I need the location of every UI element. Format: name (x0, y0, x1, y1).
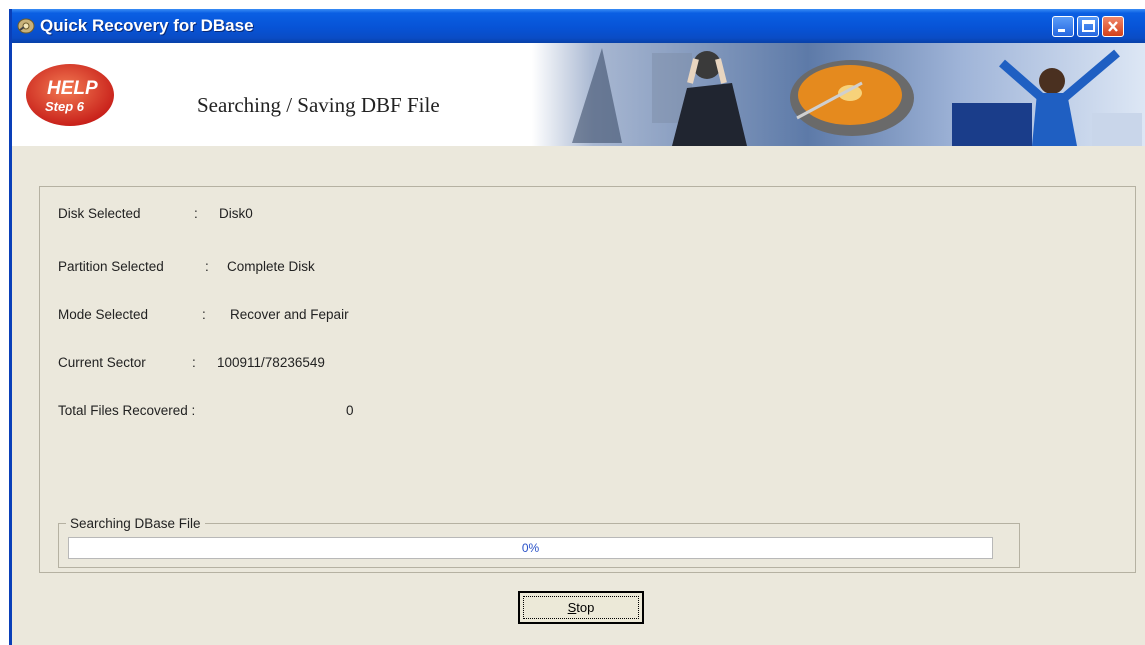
partition-selected-separator: : (205, 259, 209, 274)
details-group (39, 186, 1136, 573)
stop-accelerator: S (567, 600, 577, 615)
current-sector-value: 100911/78236549 (217, 355, 325, 370)
help-text: HELP (47, 78, 98, 99)
partition-selected-value: Complete Disk (227, 259, 315, 274)
mode-selected-separator: : (202, 307, 206, 322)
disk-selected-label: Disk Selected (58, 206, 141, 221)
stop-label-rest: top (576, 600, 595, 615)
page-title: Searching / Saving DBF File (197, 93, 440, 117)
app-icon (17, 18, 35, 34)
step-text: Step 6 (45, 99, 85, 114)
search-group-legend: Searching DBase File (66, 516, 205, 531)
help-step-badge: HELP Step 6 (25, 63, 115, 127)
partition-selected-label: Partition Selected (58, 259, 164, 274)
minimize-icon (1058, 29, 1065, 32)
mode-selected-value: Recover and Fepair (230, 307, 349, 322)
close-icon (1108, 21, 1118, 32)
stop-button-label: Stop (568, 600, 595, 615)
disk-selected-separator: : (194, 206, 198, 221)
window-title: Quick Recovery for DBase (40, 16, 254, 35)
disk-selected-value: Disk0 (219, 206, 253, 221)
maximize-button[interactable] (1077, 16, 1099, 37)
files-recovered-value: 0 (346, 403, 354, 418)
current-sector-separator: : (192, 355, 196, 370)
files-recovered-label: Total Files Recovered : (58, 403, 196, 418)
progress-text: 0% (521, 541, 540, 555)
header-banner: HELP Step 6 Searching / Saving DBF File (12, 43, 1145, 146)
maximize-icon (1082, 20, 1095, 32)
current-sector-label: Current Sector (58, 355, 146, 370)
close-button[interactable] (1102, 16, 1124, 37)
main-window: Quick Recovery for DBase HELP Step 6 Sea… (9, 9, 1145, 645)
title-bar[interactable]: Quick Recovery for DBase (12, 9, 1145, 43)
minimize-button[interactable] (1052, 16, 1074, 37)
mode-selected-label: Mode Selected (58, 307, 149, 322)
search-progress-bar: 0% (68, 537, 993, 559)
stop-button[interactable]: Stop (518, 591, 644, 624)
banner-illustration (532, 43, 1145, 146)
help-badge-icon: HELP Step 6 (26, 64, 114, 126)
